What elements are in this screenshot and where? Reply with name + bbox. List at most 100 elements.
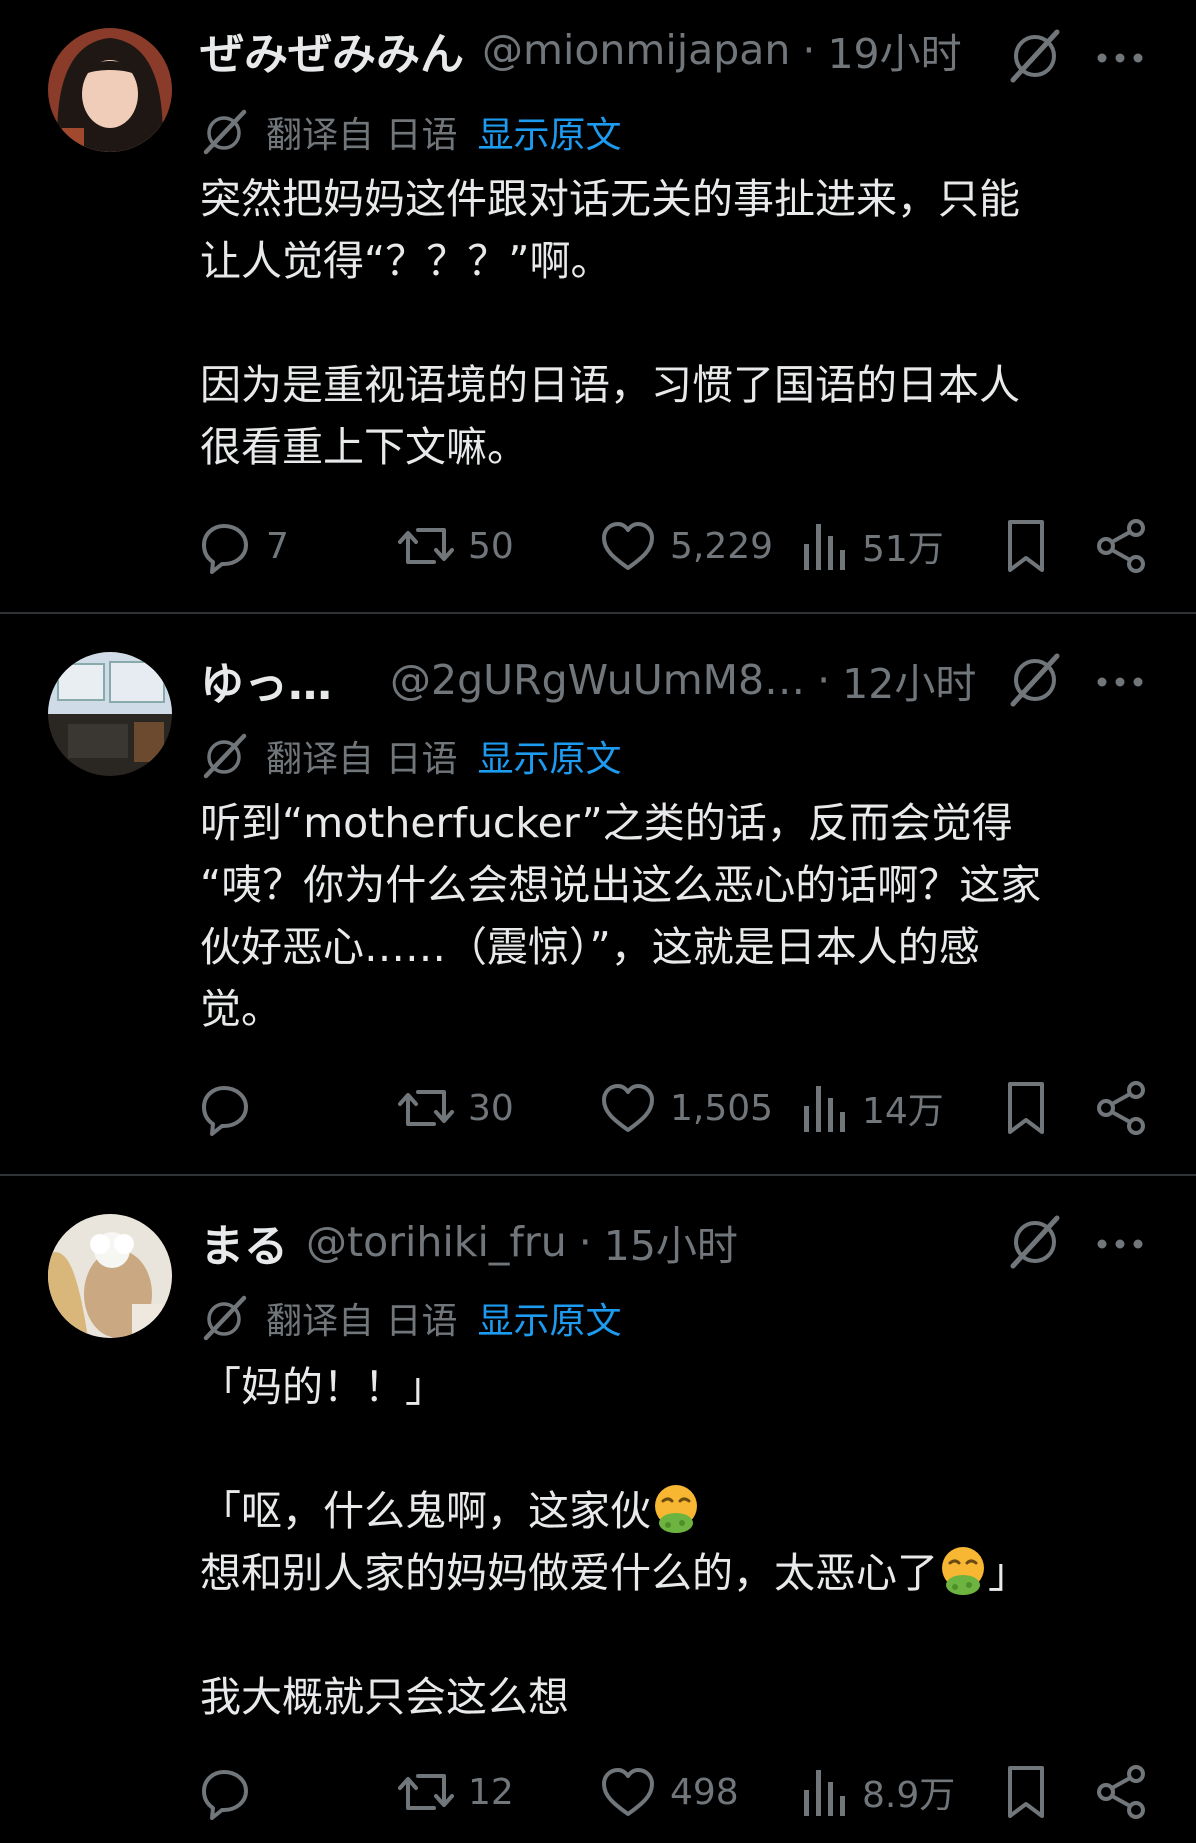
translated-from-label: 翻译自 日语 [266,739,458,780]
share-button[interactable] [1094,516,1148,576]
like-icon [602,522,654,570]
user-handle[interactable]: @mionmijapan [482,26,790,74]
more-icon[interactable] [1092,1216,1148,1272]
separator-dot: · [802,26,816,74]
views-icon [804,1770,845,1816]
text-line: 伙好恶心……（震惊）”，这就是日本人的感 [200,923,980,971]
repost-button[interactable]: 30 [398,1078,514,1138]
like-button[interactable]: 5,229 [600,516,773,576]
view-count: 51万 [862,529,944,570]
views-button[interactable]: 8.9万 [800,1762,955,1822]
views-icon [804,1086,845,1132]
translate-icon [200,1292,252,1344]
like-count: 5,229 [670,525,774,567]
timestamp[interactable]: 12小时 [842,650,976,710]
text-line: 「妈的！！」 [200,1363,446,1411]
divider [0,1174,1196,1176]
post-text: 听到“motherfucker”之类的话，反而会觉得 “咦？你为什么会想说出这么… [200,792,1160,1040]
translate-icon [200,106,252,158]
repost-count: 30 [468,1087,514,1129]
repost-button[interactable]: 12 [398,1762,514,1822]
display-name[interactable]: ゆっ… [200,648,332,712]
translation-bar: 翻译自 日语 显示原文 [200,106,621,158]
text-line: 想和别人家的妈妈做爱什么的，太恶心了 」 [200,1542,1160,1604]
grok-icon[interactable] [1005,24,1069,88]
more-icon[interactable] [1092,30,1148,86]
show-original-link[interactable]: 显示原文 [477,106,621,158]
text-span: 想和别人家的妈妈做爱什么的，太恶心了 [200,1549,938,1597]
avatar[interactable] [48,652,172,776]
translated-from-label: 翻译自 日语 [266,1301,458,1342]
text-line: 我大概就只会这么想 [200,1673,569,1721]
share-button[interactable] [1094,1762,1148,1822]
more-icon[interactable] [1092,654,1148,710]
reply-button[interactable] [200,1078,252,1138]
post-text: 「妈的！！」 「呕，什么鬼啊，这家伙 想和别人家的妈妈做爱什么的，太恶心了 」 我… [200,1356,1160,1728]
bookmark-icon [1008,1766,1044,1818]
text-line: 突然把妈妈这件跟对话无关的事扯进来，只能 [200,175,1020,223]
action-bar: 30 1,505 14万 [200,1078,1196,1138]
show-original-link[interactable]: 显示原文 [477,730,621,782]
share-icon [1097,519,1145,573]
action-bar: 12 498 8.9万 [200,1762,1196,1822]
separator-dot: · [817,656,831,704]
text-line: 觉。 [200,985,282,1033]
like-button[interactable]: 498 [600,1762,739,1822]
repost-icon [398,528,454,564]
text-line: 让人觉得“？？？”啊。 [200,237,612,285]
nauseated-face-emoji [940,1545,986,1595]
views-button[interactable]: 51万 [800,516,944,576]
repost-count: 50 [468,525,514,567]
share-icon [1097,1765,1145,1819]
view-count: 8.9万 [862,1775,956,1816]
grok-icon[interactable] [1005,1210,1069,1274]
timestamp[interactable]: 15小时 [604,1212,738,1272]
repost-icon [398,1090,454,1126]
text-span: 「呕，什么鬼啊，这家伙 [200,1487,651,1535]
bookmark-button[interactable] [1000,1078,1052,1138]
grok-icon[interactable] [1005,648,1069,712]
bookmark-icon [1008,520,1044,572]
user-handle[interactable]: @torihiki_fru [306,1218,567,1266]
translation-bar: 翻译自 日语 显示原文 [200,730,621,782]
display-name[interactable]: まる [200,1210,288,1274]
reply-button[interactable]: 7 [200,516,289,576]
avatar[interactable] [48,28,172,152]
text-span: 」 [988,1549,1029,1597]
action-bar: 7 50 5,229 51万 [200,516,1196,576]
nauseated-face-emoji [653,1483,699,1533]
translation-bar: 翻译自 日语 显示原文 [200,1292,621,1344]
bookmark-icon [1008,1082,1044,1134]
like-icon [602,1768,654,1816]
timestamp[interactable]: 19小时 [827,20,961,80]
like-button[interactable]: 1,505 [600,1078,773,1138]
repost-icon [398,1774,454,1810]
reply-button[interactable] [200,1762,252,1822]
avatar[interactable] [48,1214,172,1338]
like-count: 498 [670,1771,739,1813]
translate-icon [200,730,252,782]
views-button[interactable]: 14万 [800,1078,944,1138]
text-line: “咦？你为什么会想说出这么恶心的话啊？这家 [200,861,1042,909]
user-handle[interactable]: @2gURgWuUmM8… [390,656,805,704]
like-icon [602,1084,654,1132]
share-icon [1097,1081,1145,1135]
reply-icon [202,1770,248,1820]
reply-icon [202,524,248,574]
bookmark-button[interactable] [1000,1762,1052,1822]
text-line: 听到“motherfucker”之类的话，反而会觉得 [200,799,1013,847]
show-original-link[interactable]: 显示原文 [477,1292,621,1344]
reply-count: 7 [266,525,289,567]
display-name[interactable]: ぜみぜみみん [200,18,464,82]
post-text: 突然把妈妈这件跟对话无关的事扯进来，只能 让人觉得“？？？”啊。 因为是重视语境… [200,168,1160,478]
separator-dot: · [578,1218,592,1266]
bookmark-button[interactable] [1000,516,1052,576]
share-button[interactable] [1094,1078,1148,1138]
text-line: 很看重上下文嘛。 [200,423,528,471]
text-line: 「呕，什么鬼啊，这家伙 [200,1480,1160,1542]
views-icon [804,524,845,570]
repost-button[interactable]: 50 [398,516,514,576]
view-count: 14万 [862,1091,944,1132]
